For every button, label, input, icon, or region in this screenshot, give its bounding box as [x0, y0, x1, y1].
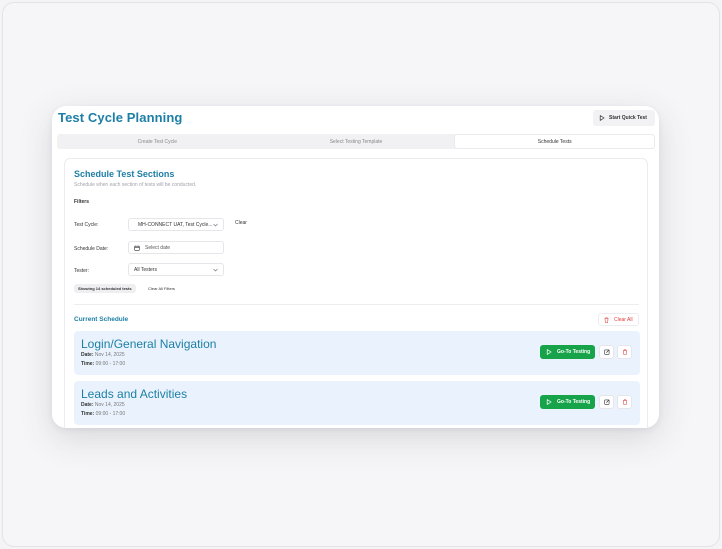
schedule-date-picker[interactable]: Select date — [128, 241, 224, 254]
app-window: Test Cycle Planning Start Quick Test Cre… — [52, 106, 659, 428]
schedule-item-date: Date: Nov 14, 2025 — [81, 402, 125, 408]
divider — [74, 304, 639, 305]
schedule-item-time: Time: 09:00 - 17:00 — [81, 361, 125, 367]
test-cycle-select[interactable]: MH-CONNECT UAT, Test Cycle... — [128, 218, 224, 231]
date-label: Date: — [81, 402, 94, 408]
play-icon — [546, 349, 552, 355]
time-value: 09:00 - 17:00 — [95, 411, 126, 417]
trash-icon — [622, 349, 627, 355]
filters-heading: Filters — [74, 199, 90, 205]
edit-button[interactable] — [599, 395, 614, 409]
go-to-testing-label: Go-To Testing — [557, 399, 591, 405]
test-cycle-label: Test Cycle: — [74, 222, 99, 228]
current-schedule-title: Current Schedule — [74, 316, 129, 323]
clear-all-schedule-button[interactable]: Clear All — [598, 313, 639, 326]
tester-label: Tester: — [74, 268, 90, 274]
start-quick-test-label: Start Quick Test — [609, 115, 647, 121]
tester-value: All Testers — [134, 266, 157, 273]
time-label: Time: — [81, 361, 95, 367]
section-subtitle: Schedule when each section of tests will… — [74, 182, 197, 188]
schedule-item-time: Time: 09:00 - 17:00 — [81, 411, 125, 417]
schedule-item-name: Login/General Navigation — [81, 337, 217, 351]
page-title: Test Cycle Planning — [58, 110, 183, 125]
date-value: Nov 14, 2025 — [94, 402, 125, 408]
section-title: Schedule Test Sections — [74, 169, 175, 179]
play-icon — [546, 399, 552, 405]
edit-icon — [603, 349, 609, 355]
play-icon — [599, 115, 605, 121]
chevron-down-icon — [213, 223, 218, 226]
start-quick-test-button[interactable]: Start Quick Test — [593, 110, 655, 126]
clear-all-label: Clear All — [614, 316, 633, 323]
go-to-testing-label: Go-To Testing — [557, 349, 591, 355]
schedule-date-label: Schedule Date: — [74, 246, 109, 252]
clear-all-filters-button[interactable]: Clear All Filters — [144, 284, 179, 293]
clear-test-cycle-button[interactable]: Clear — [235, 220, 247, 226]
schedule-date-placeholder: Select date — [145, 244, 171, 251]
schedule-card: Schedule Test Sections Schedule when eac… — [64, 158, 648, 428]
step-tabs: Create Test Cycle Select Testing Templat… — [57, 134, 655, 149]
go-to-testing-button[interactable]: Go-To Testing — [540, 395, 595, 409]
go-to-testing-button[interactable]: Go-To Testing — [540, 345, 595, 359]
edit-button[interactable] — [599, 345, 614, 359]
tab-create-test-cycle[interactable]: Create Test Cycle — [58, 135, 257, 148]
edit-icon — [603, 399, 609, 405]
scheduled-count-badge: Showing 14 scheduled tests — [74, 284, 136, 293]
date-value: Nov 14, 2025 — [94, 352, 125, 358]
tab-schedule-tests[interactable]: Schedule Tests — [455, 135, 655, 148]
tester-select[interactable]: All Testers — [128, 263, 224, 276]
schedule-item: Login/General Navigation Date: Nov 14, 2… — [74, 331, 640, 375]
test-cycle-value: MH-CONNECT UAT, Test Cycle... — [138, 221, 213, 228]
calendar-icon — [134, 245, 140, 251]
delete-button[interactable] — [617, 395, 632, 409]
delete-button[interactable] — [617, 345, 632, 359]
schedule-item: Leads and Activities Date: Nov 14, 2025 … — [74, 381, 640, 425]
chevron-down-icon — [213, 268, 218, 271]
date-label: Date: — [81, 352, 94, 358]
schedule-item-name: Leads and Activities — [81, 387, 188, 401]
time-value: 09:00 - 17:00 — [95, 361, 126, 367]
time-label: Time: — [81, 411, 95, 417]
schedule-item-date: Date: Nov 14, 2025 — [81, 352, 125, 358]
trash-icon — [622, 399, 627, 405]
trash-icon — [604, 316, 609, 323]
tab-select-testing-template[interactable]: Select Testing Template — [257, 135, 456, 148]
